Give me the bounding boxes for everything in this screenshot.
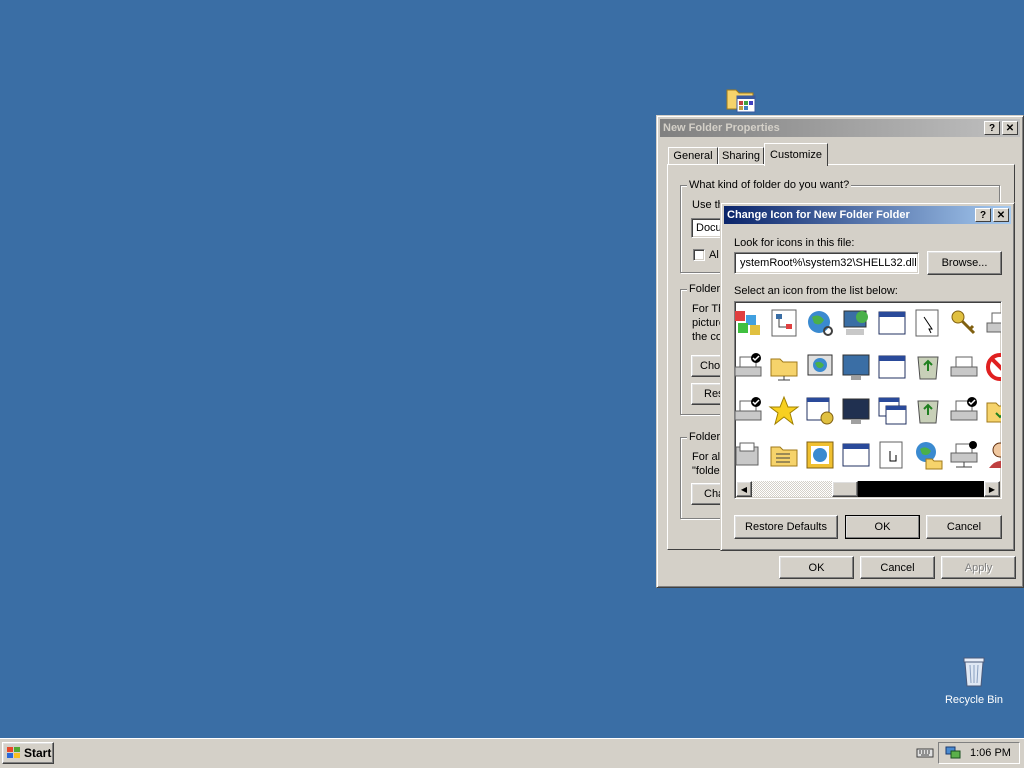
taskbar: Start 1:06 PM [0,738,1024,768]
star-icon[interactable] [767,394,801,428]
icon-grid [735,302,1001,480]
scroll-track-dark [858,481,984,497]
recycle-bin-label: Recycle Bin [944,694,1004,706]
printer-net-icon[interactable] [947,438,981,472]
globe-search-icon[interactable] [803,306,837,340]
printer-icon[interactable] [947,350,981,384]
ok-button[interactable]: OK [779,556,854,579]
user-icon[interactable] [983,438,1001,472]
cancel-button[interactable]: Cancel [926,515,1002,539]
printer-icon[interactable] [983,306,1001,340]
browse-button[interactable]: Browse... [927,251,1002,275]
folder-net-icon[interactable] [767,350,801,384]
change-icon-titlebar[interactable]: Change Icon for New Folder Folder ? ✕ [724,206,1011,224]
help-button[interactable]: ? [975,208,991,222]
properties-title: New Folder Properties [663,122,780,134]
tab-customize[interactable]: Customize [764,143,828,166]
windows-icon[interactable] [875,394,909,428]
settings-window-icon[interactable] [803,394,837,428]
scroll-thumb[interactable] [832,481,858,497]
printer-check-icon[interactable] [735,350,765,384]
recycle-bin[interactable]: Recycle Bin [940,656,1008,712]
apply-button[interactable]: Apply [941,556,1016,579]
folder-check-icon[interactable] [983,394,1001,428]
printer-check-icon[interactable] [735,394,765,428]
icons-text-1: For all [692,451,723,463]
scroll-left-button[interactable]: ◀ [736,481,752,497]
select-icon-label: Select an icon from the list below: [734,285,898,297]
template-select-value: Docu [696,222,722,234]
printer-check-icon[interactable] [947,394,981,428]
start-button[interactable]: Start [2,742,54,764]
file-path-value: ystemRoot%\system32\SHELL32.dll [740,257,917,269]
recycle-full-icon[interactable] [911,350,945,384]
apps-icon[interactable] [735,306,765,340]
network-pc-icon[interactable] [839,306,873,340]
monitor-globe-icon[interactable] [803,350,837,384]
recycle-full-icon[interactable] [911,394,945,428]
close-button[interactable]: ✕ [1002,121,1018,135]
clock[interactable]: 1:06 PM [970,747,1011,759]
close-button[interactable]: ✕ [993,208,1009,222]
tab-sharing[interactable]: Sharing [718,147,764,165]
folder-icon[interactable] [725,84,757,114]
icon-list[interactable]: ◀ ▶ [734,301,1002,499]
cursor-icon[interactable] [911,306,945,340]
recycle-bin-icon [960,656,988,691]
monitor-icon[interactable] [839,350,873,384]
network-tree-icon[interactable] [767,306,801,340]
pictures-text-3: the co [692,331,722,343]
change-icon-dialog: Change Icon for New Folder Folder ? ✕ Lo… [720,202,1015,551]
cancel-button[interactable]: Cancel [860,556,935,579]
hand-pointer-icon[interactable] [875,438,909,472]
folder-type-label: What kind of folder do you want? [687,179,852,191]
horizontal-scrollbar[interactable]: ◀ ▶ [736,481,1000,497]
window-icon[interactable] [839,438,873,472]
ok-button[interactable]: OK [845,515,920,539]
globe-frame-icon[interactable] [803,438,837,472]
start-label: Start [24,746,52,760]
tab-general[interactable]: General [668,147,718,165]
folder-icons-label: Folder [687,431,723,443]
help-button[interactable]: ? [984,121,1000,135]
also-apply-checkbox[interactable] [693,249,705,261]
globe-folder-icon[interactable] [911,438,945,472]
windows-logo-icon [7,747,21,759]
look-for-label: Look for icons in this file: [734,237,855,249]
also-apply-label: Al [709,249,719,261]
file-path-input[interactable]: ystemRoot%\system32\SHELL32.dll [734,252,919,274]
network-icon[interactable] [945,746,961,760]
change-icon-title: Change Icon for New Folder Folder [727,209,910,221]
folder-pictures-label: Folder [687,283,723,295]
icons-text-2: "folde [692,465,720,477]
scroll-right-button[interactable]: ▶ [984,481,1000,497]
monitor-dark-icon[interactable] [839,394,873,428]
window-icon[interactable] [875,350,909,384]
folder-list-icon[interactable] [767,438,801,472]
fax-icon[interactable] [735,438,765,472]
restore-defaults-button[interactable]: Restore Defaults [734,515,838,539]
system-tray: 1:06 PM [938,742,1020,764]
properties-titlebar[interactable]: New Folder Properties ? ✕ [660,119,1020,137]
keyboard-icon[interactable] [916,747,934,759]
no-icon[interactable] [983,350,1001,384]
window-icon[interactable] [875,306,909,340]
keys-icon[interactable] [947,306,981,340]
